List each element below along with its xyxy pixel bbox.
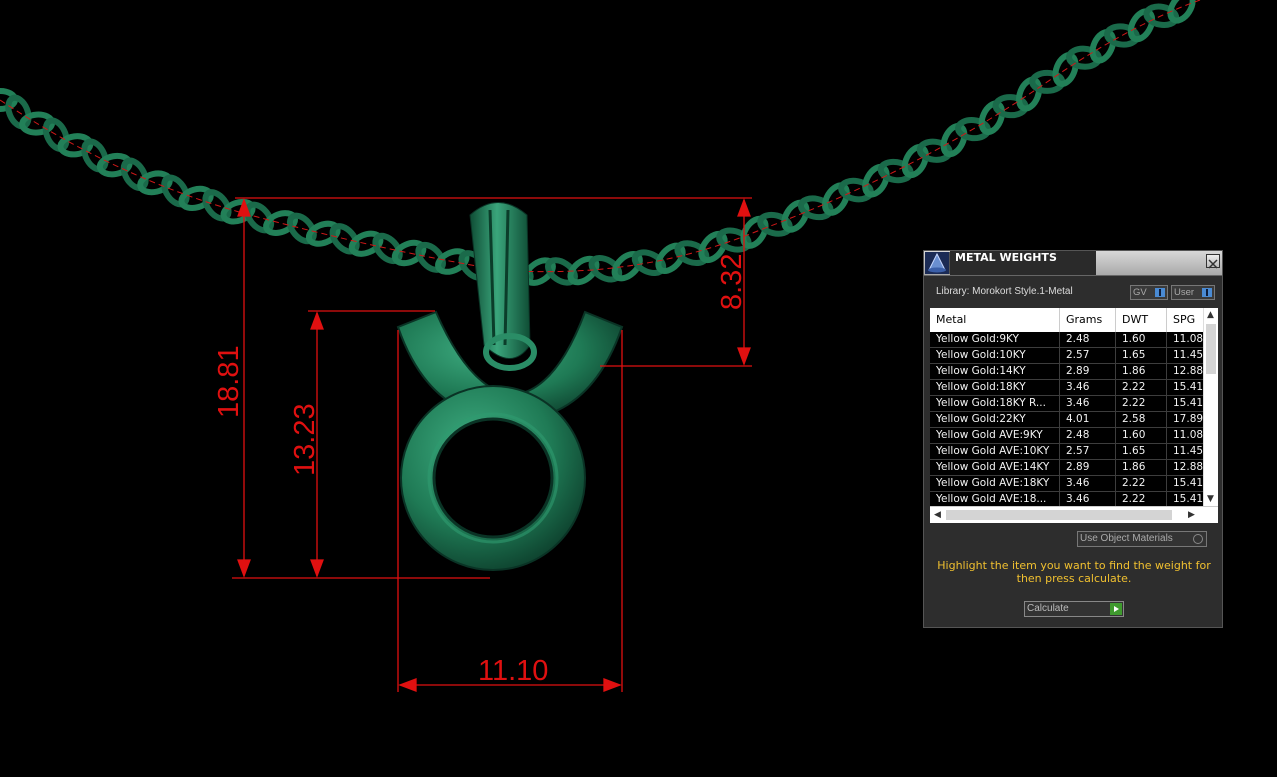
panel-titlebar[interactable]: METAL WEIGHTS (924, 251, 1222, 276)
table-row[interactable]: Yellow Gold:14KY 2.89 1.86 12.88 (930, 364, 1207, 380)
table-cell: 15.41 (1167, 476, 1207, 492)
toggle-knob-icon (1155, 288, 1165, 297)
table-header: Metal Grams DWT SPG (930, 308, 1204, 332)
library-label: Library: Morokort Style.1-Metal (936, 286, 1073, 297)
table-cell: 2.48 (1060, 332, 1116, 348)
dim-width: 11.10 (478, 655, 548, 687)
column-spg[interactable]: SPG (1167, 308, 1207, 332)
table-row[interactable]: Yellow Gold:10KY 2.57 1.65 11.45 (930, 348, 1207, 364)
table-cell: 15.41 (1167, 380, 1207, 396)
dim-bail-height: 8.32 (716, 254, 748, 310)
table-row[interactable]: Yellow Gold:18KY R... 3.46 2.22 15.41 (930, 396, 1207, 412)
user-toggle[interactable]: User (1171, 285, 1215, 300)
metal-weights-panel: METAL WEIGHTS Library: Morokort Style.1-… (923, 250, 1223, 628)
table-cell: 1.65 (1116, 348, 1167, 364)
use-object-materials-label: Use Object Materials (1080, 533, 1173, 544)
pendant-bail (469, 202, 537, 371)
table-cell: Yellow Gold:18KY R... (930, 396, 1060, 412)
panel-title: METAL WEIGHTS (955, 251, 1057, 264)
table-row[interactable]: Yellow Gold:22KY 4.01 2.58 17.89 (930, 412, 1207, 428)
table-row[interactable]: Yellow Gold:9KY 2.48 1.60 11.08 (930, 332, 1207, 348)
pendant-circle (400, 385, 586, 571)
table-cell: Yellow Gold AVE:18KY (930, 476, 1060, 492)
close-icon (1208, 259, 1218, 269)
table-row[interactable]: Yellow Gold AVE:18KY 3.46 2.22 15.41 (930, 476, 1207, 492)
table-row[interactable]: Yellow Gold AVE:10KY 2.57 1.65 11.45 (930, 444, 1207, 460)
table-cell: Yellow Gold AVE:9KY (930, 428, 1060, 444)
table-cell: 1.60 (1116, 332, 1167, 348)
table-cell: 11.45 (1167, 444, 1207, 460)
table-cell: Yellow Gold:9KY (930, 332, 1060, 348)
table-cell: 11.08 (1167, 332, 1207, 348)
close-button[interactable] (1206, 254, 1220, 269)
table-cell: 2.22 (1116, 476, 1167, 492)
metal-table[interactable]: Metal Grams DWT SPG Yellow Gold:9KY 2.48 1… (930, 308, 1218, 523)
table-cell: 2.89 (1060, 460, 1116, 476)
chain-link (1167, 0, 1196, 24)
table-row[interactable]: Yellow Gold AVE:9KY 2.48 1.60 11.08 (930, 428, 1207, 444)
horizontal-scrollbar[interactable]: ◀ ▶ (930, 506, 1218, 523)
table-cell: Yellow Gold:18KY (930, 380, 1060, 396)
table-cell: Yellow Gold:14KY (930, 364, 1060, 380)
scroll-up-icon[interactable]: ▲ (1207, 310, 1214, 320)
table-row[interactable]: Yellow Gold AVE:14KY 2.89 1.86 12.88 (930, 460, 1207, 476)
table-cell: 11.08 (1167, 428, 1207, 444)
table-cell: 2.58 (1116, 412, 1167, 428)
radio-icon[interactable] (1193, 534, 1203, 544)
use-object-materials-option[interactable]: Use Object Materials (1077, 531, 1207, 547)
chain-link (1089, 29, 1117, 64)
vertical-scroll-thumb[interactable] (1206, 324, 1216, 374)
metal-weights-app-icon (925, 252, 950, 274)
dim-total-height: 18.81 (213, 345, 245, 418)
table-cell: 1.65 (1116, 444, 1167, 460)
chain-link (901, 144, 929, 178)
play-icon (1110, 603, 1122, 615)
column-dwt[interactable]: DWT (1116, 308, 1167, 332)
table-body: Yellow Gold:9KY 2.48 1.60 11.08 Yellow Gold:… (930, 332, 1207, 508)
table-cell: 2.57 (1060, 444, 1116, 460)
calculate-button[interactable]: Calculate (1024, 601, 1124, 617)
table-cell: 12.88 (1167, 460, 1207, 476)
gv-toggle[interactable]: GV (1130, 285, 1168, 300)
table-cell: 1.86 (1116, 460, 1167, 476)
table-cell: 1.60 (1116, 428, 1167, 444)
dim-pendant-height: 13.23 (289, 403, 321, 476)
table-cell: Yellow Gold:22KY (930, 412, 1060, 428)
chain-center-line (0, 0, 1201, 273)
table-cell: 1.86 (1116, 364, 1167, 380)
table-cell: 12.88 (1167, 364, 1207, 380)
column-metal[interactable]: Metal (930, 308, 1060, 332)
user-toggle-label: User (1174, 287, 1195, 298)
toggle-knob-icon (1202, 288, 1212, 297)
scroll-left-icon[interactable]: ◀ (934, 510, 941, 520)
table-cell: 2.89 (1060, 364, 1116, 380)
gv-toggle-label: GV (1133, 287, 1147, 298)
table-cell: 11.45 (1167, 348, 1207, 364)
table-cell: 2.22 (1116, 396, 1167, 412)
vertical-scrollbar[interactable]: ▲ ▼ (1203, 308, 1218, 506)
table-cell: 3.46 (1060, 476, 1116, 492)
table-row[interactable]: Yellow Gold:18KY 3.46 2.22 15.41 (930, 380, 1207, 396)
table-cell: 3.46 (1060, 396, 1116, 412)
table-cell: 2.48 (1060, 428, 1116, 444)
column-grams[interactable]: Grams (1060, 308, 1116, 332)
chain-link (81, 138, 109, 173)
table-cell: Yellow Gold AVE:10KY (930, 444, 1060, 460)
table-cell: 3.46 (1060, 380, 1116, 396)
table-cell: 15.41 (1167, 396, 1207, 412)
table-cell: 17.89 (1167, 412, 1207, 428)
table-cell: Yellow Gold:10KY (930, 348, 1060, 364)
scroll-down-icon[interactable]: ▼ (1207, 494, 1214, 504)
table-cell: 4.01 (1060, 412, 1116, 428)
calculate-label: Calculate (1027, 603, 1069, 614)
panel-title-area: METAL WEIGHTS (950, 251, 1096, 275)
table-cell: Yellow Gold AVE:14KY (930, 460, 1060, 476)
chain-link (1016, 76, 1043, 112)
table-cell: 2.22 (1116, 380, 1167, 396)
instruction-text: Highlight the item you want to find the … (937, 559, 1211, 585)
chain (0, 0, 1196, 286)
horizontal-scroll-thumb[interactable] (946, 510, 1172, 520)
scroll-right-icon[interactable]: ▶ (1188, 510, 1195, 520)
table-cell: 2.57 (1060, 348, 1116, 364)
